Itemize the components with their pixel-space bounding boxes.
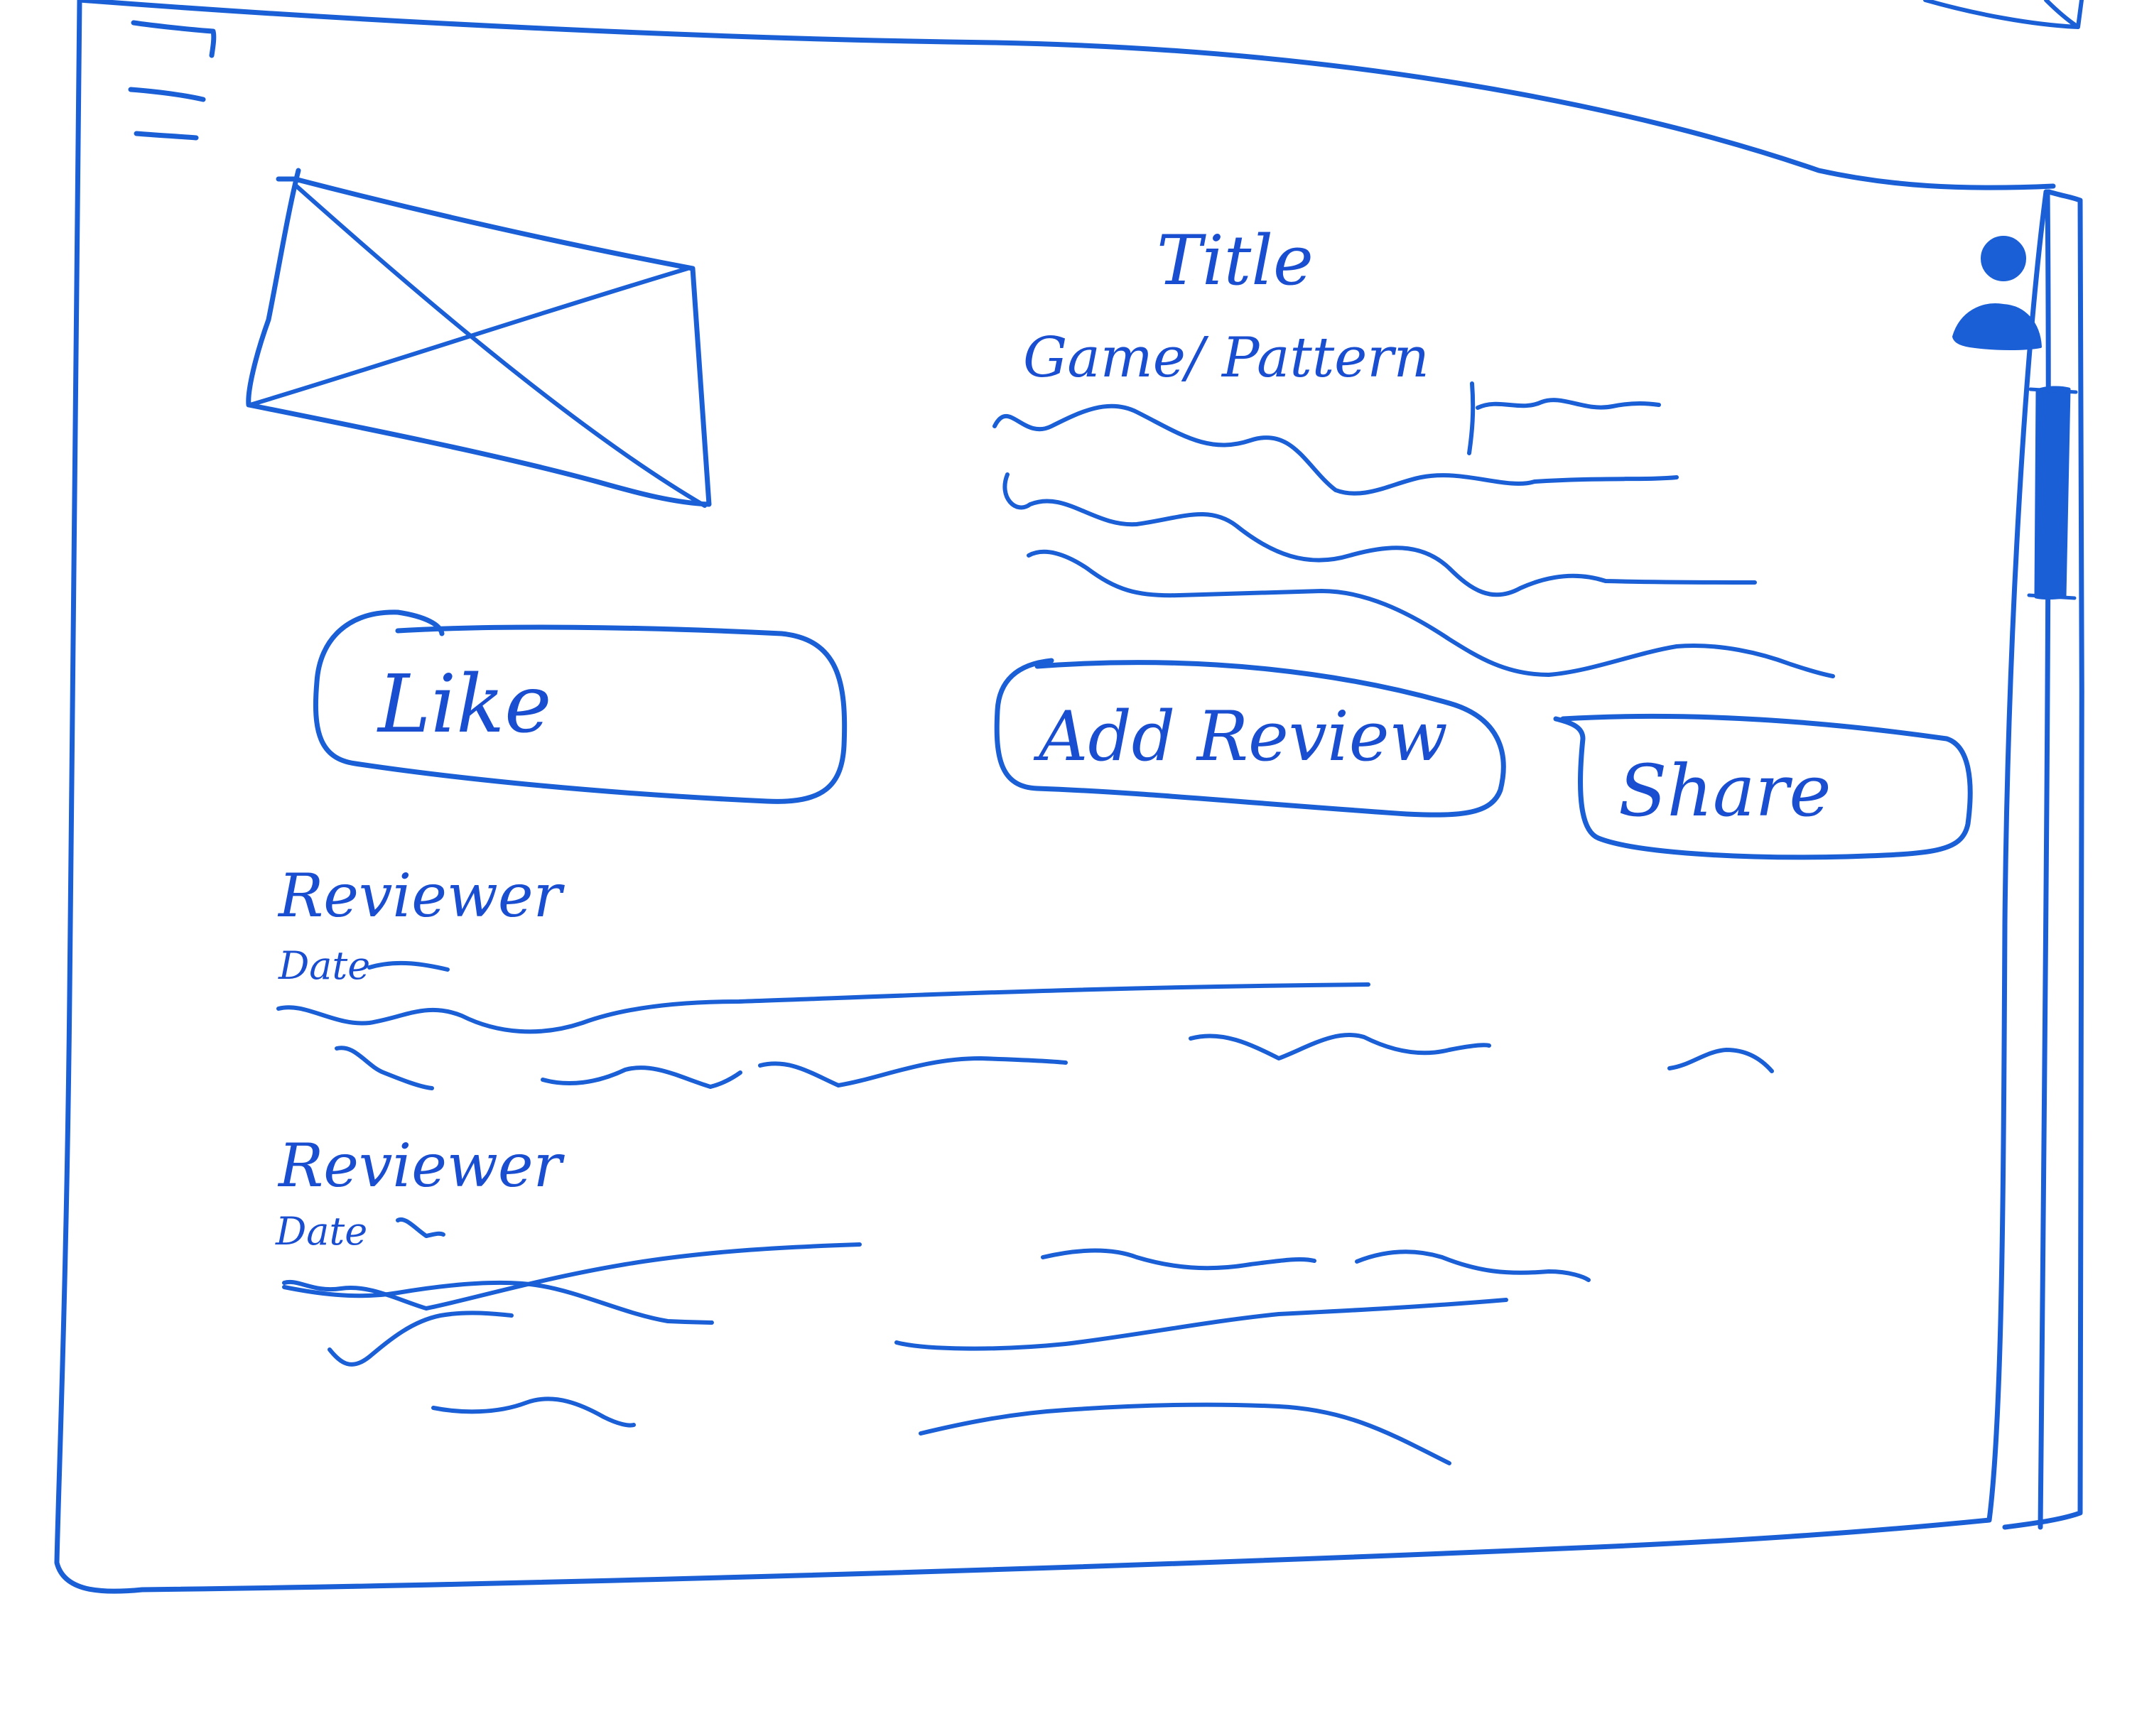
hamburger-menu-icon[interactable] — [128, 20, 217, 141]
image-placeholder-icon — [246, 168, 712, 508]
reviewer-name: Reviewer — [277, 1131, 566, 1200]
wireframe-sketch: Title Game/ Pattern Like Add Review Shar… — [54, 0, 2084, 1594]
review-item: Reviewer Date — [275, 1131, 1591, 1465]
like-button-label: Like — [377, 658, 551, 751]
game-subtitle: Game/ Pattern — [1023, 326, 1429, 390]
share-button[interactable]: Share — [1553, 713, 1973, 860]
review-text — [282, 1242, 1591, 1465]
game-title: Title — [1157, 221, 1314, 300]
add-review-button[interactable]: Add Review — [994, 658, 1506, 818]
review-text — [276, 982, 1774, 1090]
scrollbar-thumb[interactable] — [2034, 386, 2071, 600]
reviewer-name: Reviewer — [277, 861, 566, 931]
like-button[interactable]: Like — [313, 609, 848, 804]
scrollbar[interactable] — [2002, 189, 2084, 1530]
share-button-label: Share — [1618, 749, 1832, 832]
user-avatar-icon[interactable] — [1952, 236, 2042, 350]
review-date: Date — [278, 943, 370, 988]
review-date: Date — [275, 1209, 367, 1254]
game-description — [992, 403, 1835, 678]
add-review-button-label: Add Review — [1033, 697, 1448, 776]
review-item: Reviewer Date — [276, 861, 1774, 1090]
